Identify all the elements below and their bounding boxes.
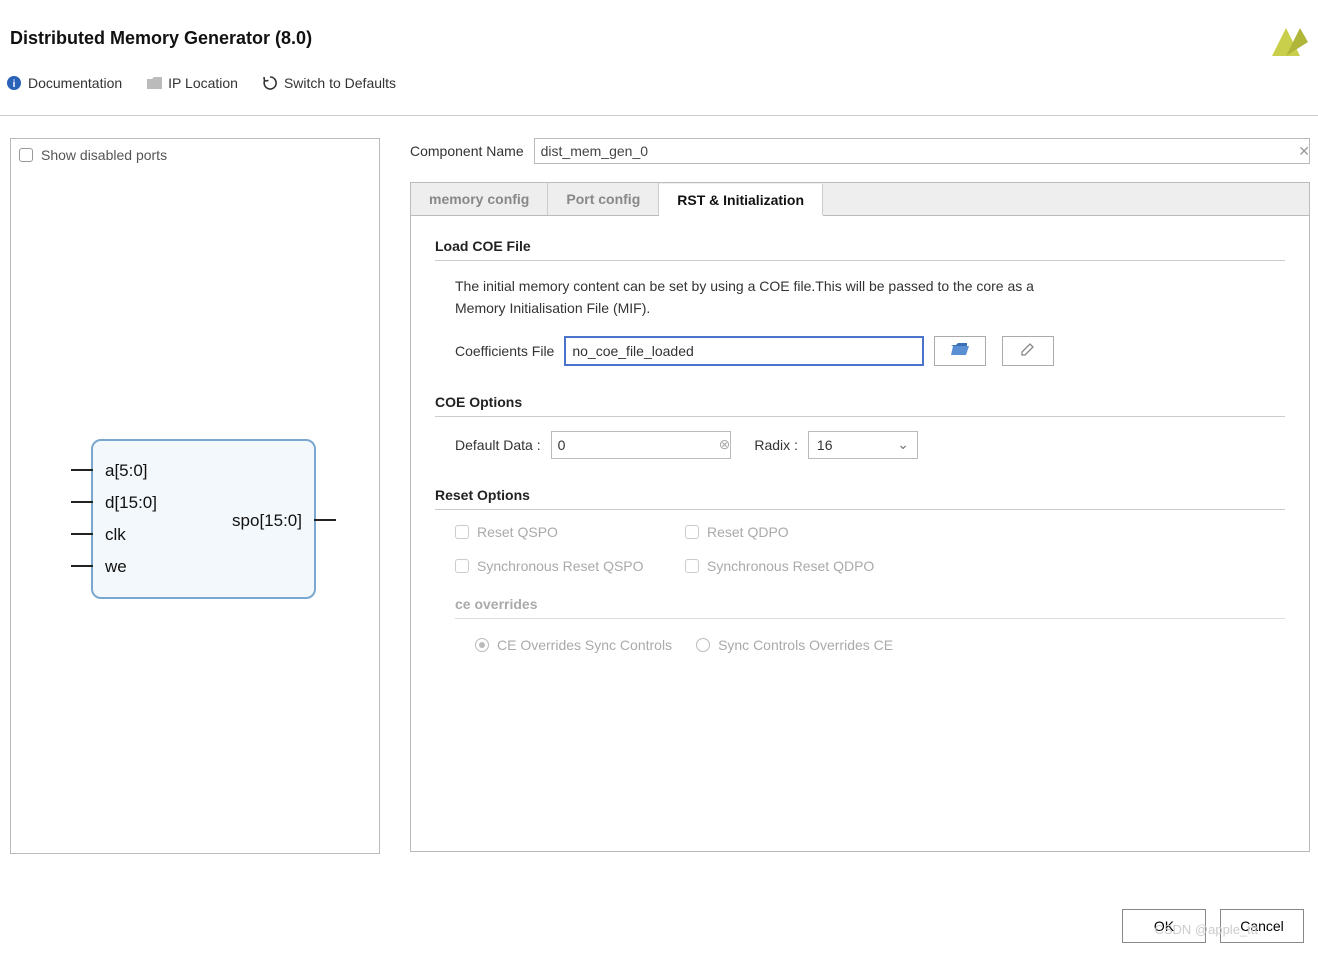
radix-label: Radix : xyxy=(754,437,798,453)
component-name-label: Component Name xyxy=(410,143,524,159)
radix-value: 16 xyxy=(817,437,833,453)
radio-icon xyxy=(696,638,710,652)
tab-memory-config[interactable]: memory config xyxy=(411,183,548,215)
clear-default-icon[interactable]: ⊗ xyxy=(719,436,731,453)
switch-defaults-label: Switch to Defaults xyxy=(284,75,396,91)
folder-icon xyxy=(146,75,162,91)
ip-location-label: IP Location xyxy=(168,75,238,91)
coefficients-file-label: Coefficients File xyxy=(455,343,554,359)
port-a: a[5:0] xyxy=(105,461,148,481)
radix-select[interactable]: 16 ⌄ xyxy=(808,431,918,459)
ip-location-link[interactable]: IP Location xyxy=(146,75,238,91)
documentation-label: Documentation xyxy=(28,75,122,91)
config-tabs: memory config Port config RST & Initiali… xyxy=(410,182,1310,216)
show-disabled-ports-label: Show disabled ports xyxy=(41,147,167,163)
edit-button[interactable] xyxy=(1002,336,1054,366)
reset-qdpo-checkbox: Reset QDPO xyxy=(685,524,915,540)
refresh-icon xyxy=(262,75,278,91)
component-name-input[interactable] xyxy=(534,138,1311,164)
ce-overrides-sync-radio: CE Overrides Sync Controls xyxy=(475,637,672,653)
port-d: d[15:0] xyxy=(105,493,157,513)
sync-overrides-ce-radio: Sync Controls Overrides CE xyxy=(696,637,893,653)
info-icon: i xyxy=(6,75,22,91)
coe-options-title: COE Options xyxy=(435,394,1285,417)
radio-icon xyxy=(475,638,489,652)
default-data-input[interactable] xyxy=(551,431,731,459)
clear-icon[interactable]: ✕ xyxy=(1298,143,1310,160)
tab-content: Load COE File The initial memory content… xyxy=(410,216,1310,852)
sync-reset-qdpo-checkbox: Synchronous Reset QDPO xyxy=(685,558,915,574)
browse-button[interactable] xyxy=(934,336,986,366)
ce-overrides-title: ce overrides xyxy=(455,596,1285,619)
coefficients-file-input[interactable] xyxy=(564,336,924,366)
documentation-link[interactable]: i Documentation xyxy=(6,75,122,91)
default-data-label: Default Data : xyxy=(455,437,541,453)
cancel-button[interactable]: Cancel xyxy=(1220,909,1304,943)
reset-options-title: Reset Options xyxy=(435,487,1285,510)
folder-open-icon xyxy=(951,342,969,359)
tab-rst-init[interactable]: RST & Initialization xyxy=(659,184,823,216)
svg-text:i: i xyxy=(13,79,16,90)
edit-icon xyxy=(1020,341,1036,360)
port-spo: spo[15:0] xyxy=(232,511,302,531)
reset-qspo-checkbox: Reset QSPO xyxy=(455,524,685,540)
xilinx-logo-icon xyxy=(1264,22,1308,65)
show-disabled-ports-checkbox[interactable]: Show disabled ports xyxy=(19,147,371,163)
ip-preview-panel: Show disabled ports a[5:0] d[15:0] clk w… xyxy=(10,138,380,854)
checkbox-icon xyxy=(19,148,33,162)
switch-defaults-link[interactable]: Switch to Defaults xyxy=(262,75,396,91)
ok-button[interactable]: OK xyxy=(1122,909,1206,943)
tab-port-config[interactable]: Port config xyxy=(548,183,659,215)
dialog-title: Distributed Memory Generator (8.0) xyxy=(0,0,1318,67)
chevron-down-icon: ⌄ xyxy=(897,436,909,453)
load-coe-text: The initial memory content can be set by… xyxy=(455,275,1055,320)
load-coe-title: Load COE File xyxy=(435,238,1285,261)
toolbar: i Documentation IP Location Switch to De… xyxy=(0,67,1318,115)
port-clk: clk xyxy=(105,525,126,545)
ip-symbol: a[5:0] d[15:0] clk we spo[15:0] xyxy=(91,439,316,599)
sync-reset-qspo-checkbox: Synchronous Reset QSPO xyxy=(455,558,685,574)
port-we: we xyxy=(105,557,127,577)
